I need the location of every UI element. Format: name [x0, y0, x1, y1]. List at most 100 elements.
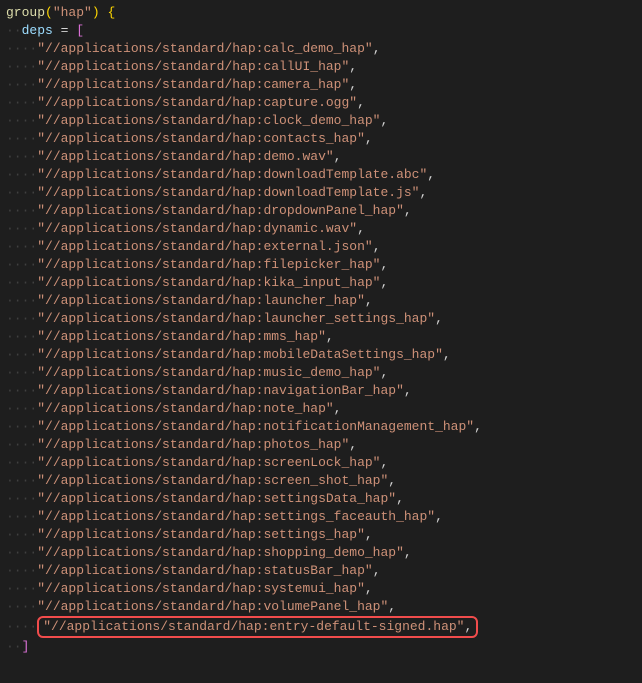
indent-guide: ···· — [6, 418, 37, 436]
code-line[interactable]: ····"//applications/standard/hap:music_d… — [0, 364, 642, 382]
indent-guide: ···· — [6, 472, 37, 490]
comma: , — [380, 256, 388, 274]
code-line[interactable]: ····"//applications/standard/hap:entry-d… — [0, 616, 642, 638]
code-line[interactable]: ····"//applications/standard/hap:shoppin… — [0, 544, 642, 562]
code-line[interactable]: group("hap") { — [0, 4, 642, 22]
string-literal: "//applications/standard/hap:capture.ogg… — [37, 94, 357, 112]
code-line[interactable]: ····"//applications/standard/hap:kika_in… — [0, 274, 642, 292]
indent-guide: ···· — [6, 364, 37, 382]
indent-guide: ···· — [6, 382, 37, 400]
code-line[interactable]: ····"//applications/standard/hap:clock_d… — [0, 112, 642, 130]
string-literal: "//applications/standard/hap:dropdownPan… — [37, 202, 404, 220]
open-paren: ( — [45, 4, 53, 22]
code-editor[interactable]: group("hap") {··deps = [····"//applicati… — [0, 4, 642, 656]
string-literal: "//applications/standard/hap:downloadTem… — [37, 166, 427, 184]
code-line[interactable]: ····"//applications/standard/hap:setting… — [0, 490, 642, 508]
code-line[interactable]: ····"//applications/standard/hap:capture… — [0, 94, 642, 112]
code-line[interactable]: ····"//applications/standard/hap:systemu… — [0, 580, 642, 598]
code-line[interactable]: ····"//applications/standard/hap:mobileD… — [0, 346, 642, 364]
open-bracket: [ — [76, 22, 84, 40]
code-line[interactable]: ····"//applications/standard/hap:launche… — [0, 310, 642, 328]
code-line[interactable]: ····"//applications/standard/hap:launche… — [0, 292, 642, 310]
comma: , — [373, 40, 381, 58]
code-line[interactable]: ····"//applications/standard/hap:contact… — [0, 130, 642, 148]
comma: , — [365, 130, 373, 148]
open-brace: { — [107, 4, 115, 22]
indent-guide: ···· — [6, 238, 37, 256]
comma: , — [396, 490, 404, 508]
string-literal: "//applications/standard/hap:dynamic.wav… — [37, 220, 357, 238]
comma: , — [380, 454, 388, 472]
string-literal: "//applications/standard/hap:settings_ha… — [37, 526, 365, 544]
comma: , — [373, 562, 381, 580]
indent-guide: ···· — [6, 40, 37, 58]
string-literal: "//applications/standard/hap:downloadTem… — [37, 184, 419, 202]
string-literal: "//applications/standard/hap:music_demo_… — [37, 364, 380, 382]
function-call: group — [6, 4, 45, 22]
code-line[interactable]: ····"//applications/standard/hap:dynamic… — [0, 220, 642, 238]
code-line[interactable]: ····"//applications/standard/hap:downloa… — [0, 184, 642, 202]
code-line[interactable]: ····"//applications/standard/hap:downloa… — [0, 166, 642, 184]
string-literal: "//applications/standard/hap:mms_hap" — [37, 328, 326, 346]
code-line[interactable]: ··] — [0, 638, 642, 656]
string-literal: "//applications/standard/hap:statusBar_h… — [37, 562, 372, 580]
indent-guide: ···· — [6, 310, 37, 328]
comma: , — [349, 76, 357, 94]
code-line[interactable]: ····"//applications/standard/hap:screenL… — [0, 454, 642, 472]
indent-guide: ···· — [6, 184, 37, 202]
comma: , — [357, 94, 365, 112]
string-literal: "//applications/standard/hap:screenLock_… — [37, 454, 380, 472]
indent-guide: ···· — [6, 274, 37, 292]
code-line[interactable]: ····"//applications/standard/hap:callUI_… — [0, 58, 642, 76]
string-literal: "//applications/standard/hap:navigationB… — [37, 382, 404, 400]
string-literal: "//applications/standard/hap:demo.wav" — [37, 148, 333, 166]
string-literal: "//applications/standard/hap:volumePanel… — [37, 598, 388, 616]
indent-guide: ·· — [6, 638, 22, 656]
comma: , — [388, 472, 396, 490]
indent-guide: ···· — [6, 112, 37, 130]
code-line[interactable]: ····"//applications/standard/hap:filepic… — [0, 256, 642, 274]
string-literal: "//applications/standard/hap:launcher_se… — [37, 310, 435, 328]
indent-guide: ···· — [6, 220, 37, 238]
indent-guide: ···· — [6, 256, 37, 274]
indent-guide: ···· — [6, 148, 37, 166]
indent-guide: ···· — [6, 526, 37, 544]
code-line[interactable]: ····"//applications/standard/hap:screen_… — [0, 472, 642, 490]
comma: , — [349, 58, 357, 76]
code-line[interactable]: ····"//applications/standard/hap:navigat… — [0, 382, 642, 400]
string-literal: "//applications/standard/hap:mobileDataS… — [37, 346, 443, 364]
comma: , — [435, 508, 443, 526]
string-literal: "//applications/standard/hap:camera_hap" — [37, 76, 349, 94]
code-line[interactable]: ····"//applications/standard/hap:mms_hap… — [0, 328, 642, 346]
code-line[interactable]: ····"//applications/standard/hap:dropdow… — [0, 202, 642, 220]
indent-guide: ···· — [6, 346, 37, 364]
code-line[interactable]: ····"//applications/standard/hap:volumeP… — [0, 598, 642, 616]
code-line[interactable]: ····"//applications/standard/hap:setting… — [0, 508, 642, 526]
string-literal: "//applications/standard/hap:note_hap" — [37, 400, 333, 418]
indent-guide: ···· — [6, 58, 37, 76]
code-line[interactable]: ····"//applications/standard/hap:externa… — [0, 238, 642, 256]
code-line[interactable]: ····"//applications/standard/hap:statusB… — [0, 562, 642, 580]
code-line[interactable]: ····"//applications/standard/hap:note_ha… — [0, 400, 642, 418]
comma: , — [427, 166, 435, 184]
comma: , — [326, 328, 334, 346]
code-line[interactable]: ····"//applications/standard/hap:setting… — [0, 526, 642, 544]
code-line[interactable]: ····"//applications/standard/hap:camera_… — [0, 76, 642, 94]
comma: , — [373, 238, 381, 256]
indent-guide: ·· — [6, 22, 22, 40]
code-line[interactable]: ····"//applications/standard/hap:photos_… — [0, 436, 642, 454]
comma: , — [357, 220, 365, 238]
close-paren: ) — [92, 4, 100, 22]
code-line[interactable]: ····"//applications/standard/hap:calc_de… — [0, 40, 642, 58]
string-literal: "//applications/standard/hap:photos_hap" — [37, 436, 349, 454]
code-line[interactable]: ····"//applications/standard/hap:demo.wa… — [0, 148, 642, 166]
indent-guide: ···· — [6, 580, 37, 598]
indent-guide: ···· — [6, 328, 37, 346]
string-literal: "//applications/standard/hap:filepicker_… — [37, 256, 380, 274]
comma: , — [380, 112, 388, 130]
comma: , — [334, 400, 342, 418]
comma: , — [380, 364, 388, 382]
code-line[interactable]: ····"//applications/standard/hap:notific… — [0, 418, 642, 436]
indent-guide: ···· — [6, 618, 37, 636]
code-line[interactable]: ··deps = [ — [0, 22, 642, 40]
